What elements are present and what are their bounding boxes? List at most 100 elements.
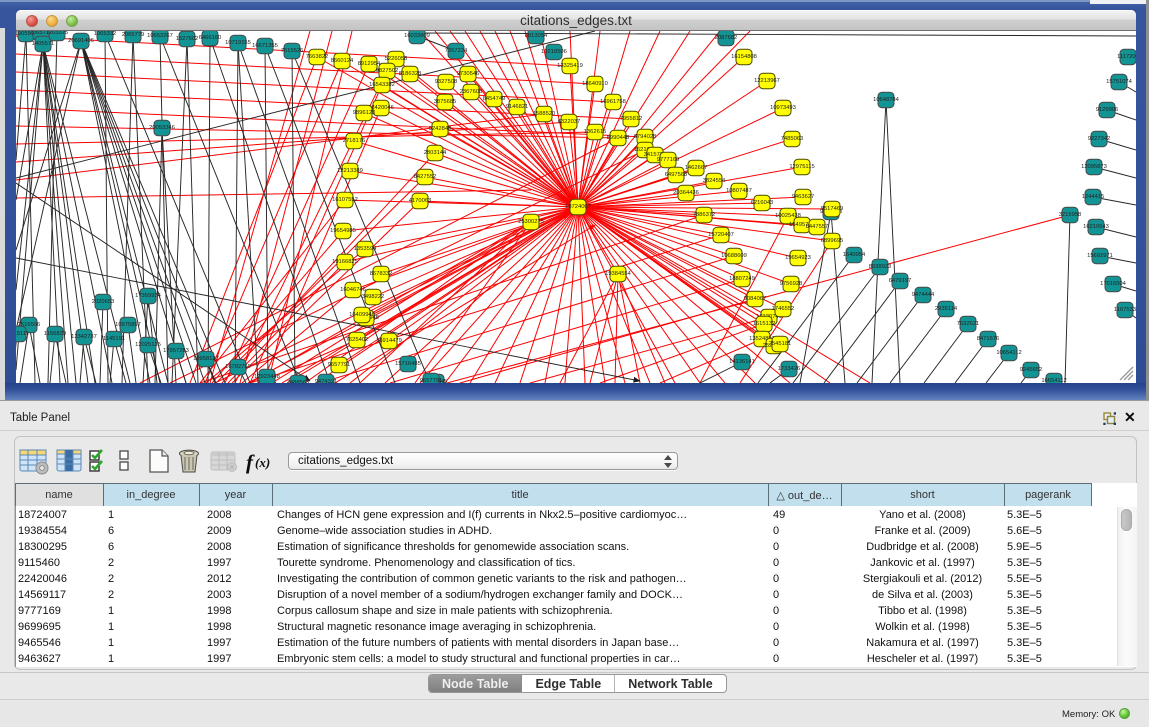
svg-text:1746552: 1746552 bbox=[772, 306, 795, 312]
svg-text:8447557: 8447557 bbox=[806, 224, 829, 230]
svg-text:19166825: 19166825 bbox=[332, 259, 358, 265]
svg-text:7663822: 7663822 bbox=[306, 54, 329, 60]
svg-text:16154808: 16154808 bbox=[731, 54, 757, 60]
svg-text:1615132: 1615132 bbox=[753, 321, 776, 327]
svg-text:10688609: 10688609 bbox=[721, 253, 747, 259]
svg-text:12213389: 12213389 bbox=[337, 168, 363, 174]
svg-text:8990448: 8990448 bbox=[607, 135, 630, 141]
svg-text:12095873: 12095873 bbox=[1081, 164, 1107, 170]
svg-text:1156829: 1156829 bbox=[44, 331, 66, 337]
svg-text:8427552: 8427552 bbox=[414, 174, 437, 180]
svg-text:8186328: 8186328 bbox=[399, 71, 422, 77]
svg-text:2935114: 2935114 bbox=[935, 306, 958, 312]
svg-text:1733426: 1733426 bbox=[778, 366, 801, 372]
svg-text:6479197: 6479197 bbox=[889, 278, 912, 284]
svg-text:13325419: 13325419 bbox=[557, 63, 583, 69]
svg-text:16782759: 16782759 bbox=[225, 364, 251, 370]
svg-text:2367608: 2367608 bbox=[460, 89, 483, 95]
svg-text:20053346: 20053346 bbox=[149, 125, 175, 131]
svg-text:16654112: 16654112 bbox=[1041, 378, 1066, 383]
svg-text:12342737: 12342737 bbox=[71, 334, 97, 340]
svg-text:1244415: 1244415 bbox=[1082, 194, 1105, 200]
svg-text:3215958: 3215958 bbox=[1059, 212, 1082, 218]
svg-text:7955812: 7955812 bbox=[620, 116, 643, 122]
svg-text:9517469: 9517469 bbox=[821, 206, 844, 212]
svg-text:9327508: 9327508 bbox=[435, 79, 458, 85]
svg-text:9245652: 9245652 bbox=[1020, 367, 1043, 373]
svg-text:1065332: 1065332 bbox=[94, 31, 117, 37]
svg-text:12975115: 12975115 bbox=[789, 164, 814, 170]
svg-text:15692971: 15692971 bbox=[1087, 253, 1113, 259]
svg-text:1203375: 1203375 bbox=[46, 31, 69, 36]
svg-text:2545181: 2545181 bbox=[769, 341, 792, 347]
svg-text:8471676: 8471676 bbox=[977, 336, 1000, 342]
svg-text:25300275: 25300275 bbox=[518, 219, 544, 225]
svg-text:14136141: 14136141 bbox=[729, 359, 755, 365]
svg-text:1405571: 1405571 bbox=[32, 41, 55, 47]
svg-text:1640954: 1640954 bbox=[843, 252, 866, 258]
svg-text:2087682: 2087682 bbox=[715, 35, 738, 41]
svg-text:18640910: 18640910 bbox=[582, 81, 608, 87]
svg-text:20691406: 20691406 bbox=[68, 38, 94, 44]
svg-text:6899695: 6899695 bbox=[821, 238, 844, 244]
svg-text:17016504: 17016504 bbox=[1100, 281, 1127, 287]
svg-text:19654985: 19654985 bbox=[330, 228, 356, 234]
svg-text:9657791: 9657791 bbox=[420, 378, 443, 383]
svg-text:6216043: 6216043 bbox=[751, 200, 774, 206]
svg-text:7515526: 7515526 bbox=[281, 48, 304, 54]
svg-text:7357224: 7357224 bbox=[445, 48, 468, 54]
svg-text:10973493: 10973493 bbox=[770, 105, 796, 111]
svg-text:9827502: 9827502 bbox=[376, 68, 399, 74]
svg-text:16210643: 16210643 bbox=[1083, 224, 1109, 230]
svg-text:19384554: 19384554 bbox=[605, 271, 632, 277]
svg-text:8660124: 8660124 bbox=[331, 58, 354, 64]
svg-text:12213967: 12213967 bbox=[754, 78, 780, 84]
svg-text:4170063: 4170063 bbox=[409, 198, 432, 204]
svg-text:2718176: 2718176 bbox=[343, 138, 366, 144]
svg-text:10653267: 10653267 bbox=[147, 33, 173, 39]
svg-text:17359924: 17359924 bbox=[135, 293, 162, 299]
svg-text:1117206: 1117206 bbox=[1117, 54, 1136, 60]
svg-text:20364436: 20364436 bbox=[673, 190, 699, 196]
svg-text:6794028: 6794028 bbox=[634, 134, 657, 140]
svg-text:10719155: 10719155 bbox=[225, 40, 251, 46]
svg-text:10807487: 10807487 bbox=[726, 188, 752, 194]
svg-text:16543382: 16543382 bbox=[369, 82, 395, 88]
svg-text:9730546: 9730546 bbox=[457, 71, 480, 77]
svg-text:17957253: 17957253 bbox=[163, 348, 189, 354]
svg-text:16961758: 16961758 bbox=[600, 99, 626, 105]
svg-text:6497568: 6497568 bbox=[665, 172, 688, 178]
svg-text:1353594: 1353594 bbox=[354, 246, 377, 252]
svg-text:9474321: 9474321 bbox=[315, 379, 338, 383]
svg-text:1145191: 1145191 bbox=[103, 336, 125, 342]
svg-text:16033809: 16033809 bbox=[404, 33, 430, 39]
svg-text:9242848: 9242848 bbox=[429, 126, 452, 132]
svg-text:6466160: 6466160 bbox=[199, 35, 222, 41]
svg-text:8454749: 8454749 bbox=[483, 96, 506, 102]
svg-text:1167533: 1167533 bbox=[1114, 307, 1136, 313]
svg-text:8938923: 8938923 bbox=[869, 264, 892, 270]
svg-text:2803144: 2803144 bbox=[424, 150, 447, 156]
svg-text:7485063: 7485063 bbox=[781, 136, 804, 142]
svg-text:3875685: 3875685 bbox=[434, 99, 457, 105]
svg-text:7632621: 7632621 bbox=[957, 321, 980, 327]
svg-text:12923448: 12923448 bbox=[254, 374, 280, 380]
svg-text:7886372: 7886372 bbox=[693, 212, 716, 218]
svg-text:3915111: 3915111 bbox=[16, 331, 29, 337]
svg-text:12025135: 12025135 bbox=[135, 342, 161, 348]
svg-text:6322037: 6322037 bbox=[558, 119, 581, 125]
svg-text:9463627: 9463627 bbox=[792, 194, 815, 200]
svg-text:2065779: 2065779 bbox=[122, 32, 145, 38]
svg-text:9896123: 9896123 bbox=[353, 110, 376, 116]
svg-text:18724007: 18724007 bbox=[565, 204, 591, 210]
svg-text:10648784: 10648784 bbox=[873, 97, 900, 103]
svg-text:16107552: 16107552 bbox=[332, 197, 358, 203]
svg-text:1462667: 1462667 bbox=[685, 165, 708, 171]
svg-text:10654112: 10654112 bbox=[996, 350, 1021, 356]
svg-text:9084067: 9084067 bbox=[744, 296, 767, 302]
svg-text:9777169: 9777169 bbox=[657, 157, 680, 163]
svg-text:10958127: 10958127 bbox=[193, 356, 219, 362]
svg-text:5226058: 5226058 bbox=[385, 56, 408, 62]
svg-text:16409948: 16409948 bbox=[349, 312, 375, 318]
svg-text:15720407: 15720407 bbox=[708, 232, 734, 238]
